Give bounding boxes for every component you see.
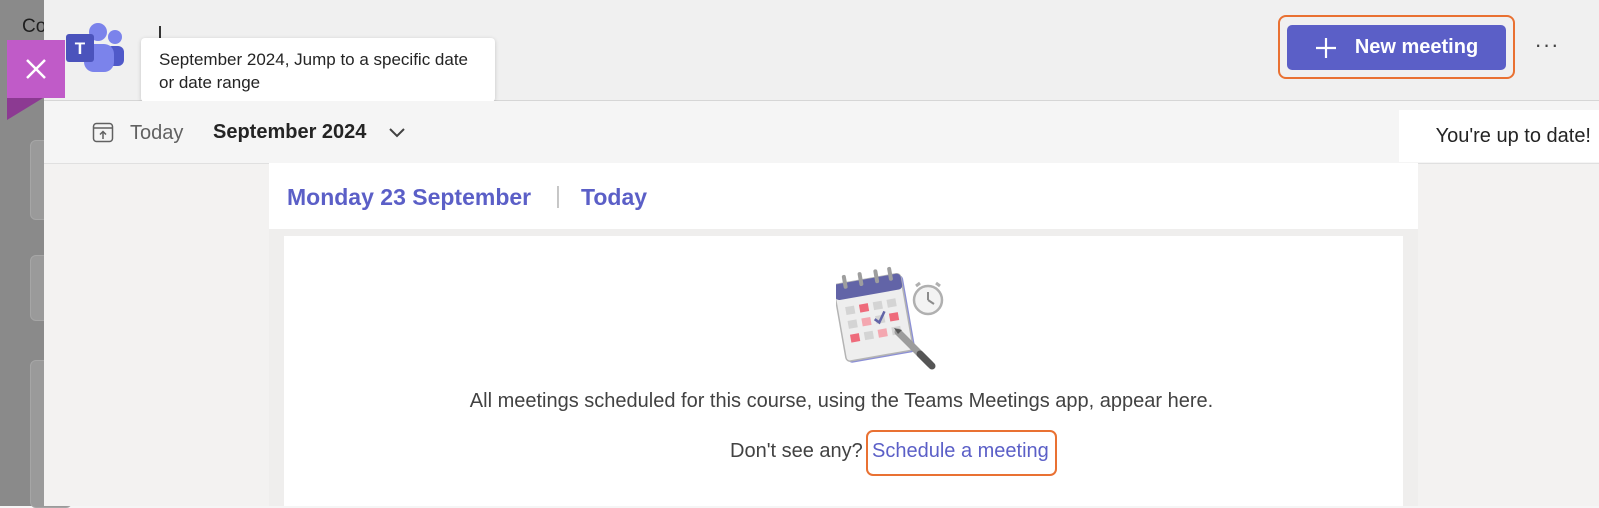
today-calendar-icon[interactable] bbox=[92, 121, 114, 143]
close-icon bbox=[26, 59, 46, 79]
day-separator: | bbox=[555, 182, 561, 208]
month-picker[interactable]: September 2024 bbox=[213, 121, 366, 144]
background-text: Co bbox=[22, 16, 47, 37]
close-tile-tail bbox=[7, 98, 43, 120]
new-meeting-label: New meeting bbox=[1354, 36, 1479, 58]
meetings-empty-card: All meetings scheduled for this course, … bbox=[284, 236, 1403, 506]
date-picker-tooltip: September 2024, Jump to a specific date … bbox=[141, 38, 495, 102]
plus-icon bbox=[1315, 37, 1336, 58]
close-button[interactable] bbox=[7, 40, 65, 98]
schedule-meeting-link[interactable]: Schedule a meeting bbox=[872, 440, 1049, 463]
day-today-label: Today bbox=[581, 184, 648, 210]
teams-logo-icon: T bbox=[66, 23, 124, 72]
status-banner: You're up to date! bbox=[1399, 110, 1599, 162]
new-meeting-highlight: New meeting bbox=[1278, 15, 1515, 79]
calendar-toolbar: Today September 2024 You're up to date! bbox=[44, 101, 1599, 164]
today-button[interactable]: Today bbox=[130, 122, 183, 145]
panel-header: T September 2024, Jump to a specific dat… bbox=[44, 0, 1599, 102]
empty-state-prompt: Don't see any? bbox=[730, 440, 863, 462]
schedule-meeting-highlight: Schedule a meeting bbox=[866, 430, 1057, 476]
new-meeting-button[interactable]: New meeting bbox=[1287, 25, 1506, 70]
more-icon[interactable]: ··· bbox=[1534, 30, 1560, 60]
meetings-panel: T September 2024, Jump to a specific dat… bbox=[44, 0, 1599, 506]
empty-state-message: All meetings scheduled for this course, … bbox=[469, 390, 1214, 412]
calendar-illustration-icon bbox=[836, 266, 944, 370]
svg-text:T: T bbox=[75, 39, 86, 58]
status-text: You're up to date! bbox=[1435, 125, 1591, 147]
day-date-label: Monday 23 September bbox=[287, 184, 532, 210]
day-header: Monday 23 September | Today bbox=[269, 163, 1418, 229]
chevron-down-icon[interactable] bbox=[387, 123, 407, 143]
